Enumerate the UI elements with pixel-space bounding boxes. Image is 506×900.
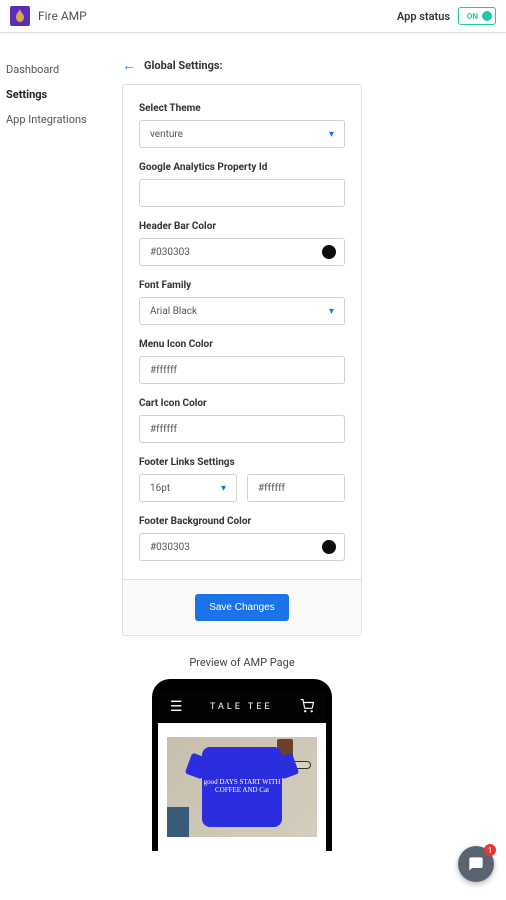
header-color-swatch — [322, 245, 336, 259]
status-toggle-text: ON — [467, 12, 478, 21]
theme-label: Select Theme — [139, 103, 345, 114]
font-family-select[interactable]: Arial Black ▾ — [139, 297, 345, 325]
footer-links-size-value: 16pt — [150, 483, 170, 494]
sidebar-item-dashboard[interactable]: Dashboard — [6, 57, 112, 82]
app-name: Fire AMP — [38, 9, 87, 23]
cart-icon-color-input[interactable] — [139, 415, 345, 443]
cart-icon[interactable] — [300, 699, 314, 716]
product-image: good DAYS START WITH COFFEE AND Cat — [167, 737, 317, 837]
tshirt: good DAYS START WITH COFFEE AND Cat — [202, 747, 282, 827]
brand: Fire AMP — [10, 6, 87, 26]
phone-preview: ☰ TALE TEE good DAYS START WITH COFF — [152, 679, 332, 851]
status-toggle-knob — [482, 11, 492, 21]
save-button[interactable]: Save Changes — [195, 594, 289, 621]
header-color-label: Header Bar Color — [139, 221, 345, 232]
footer-bg-value: #030303 — [150, 542, 190, 553]
chat-fab[interactable]: 1 — [458, 846, 494, 882]
ga-input[interactable] — [139, 179, 345, 207]
footer-links-label: Footer Links Settings — [139, 457, 345, 468]
settings-card: Select Theme venture ▾ Google Analytics … — [122, 84, 362, 636]
theme-value: venture — [150, 129, 183, 140]
footer-links-color-input[interactable] — [247, 474, 345, 502]
header-color-value: #030303 — [150, 247, 190, 258]
footer-bg-input[interactable]: #030303 — [139, 533, 345, 561]
store-name: TALE TEE — [210, 702, 273, 712]
content: ← Global Settings: Select Theme venture … — [112, 57, 506, 851]
font-family-value: Arial Black — [150, 306, 197, 317]
theme-select[interactable]: venture ▾ — [139, 120, 345, 148]
sidebar: Dashboard Settings App Integrations — [0, 57, 112, 851]
chat-badge: 1 — [484, 844, 496, 856]
tshirt-text: good DAYS START WITH COFFEE AND Cat — [202, 779, 282, 794]
phone-header: ☰ TALE TEE — [158, 691, 326, 723]
cart-icon-color-label: Cart Icon Color — [139, 398, 345, 409]
status-label: App status — [397, 10, 450, 23]
footer-links-size-select[interactable]: 16pt ▾ — [139, 474, 237, 502]
header-color-input[interactable]: #030303 — [139, 238, 345, 266]
fire-icon — [10, 6, 30, 26]
menu-icon-color-input[interactable] — [139, 356, 345, 384]
footer-bg-label: Footer Background Color — [139, 516, 345, 527]
ga-label: Google Analytics Property Id — [139, 162, 345, 173]
chevron-down-icon: ▾ — [221, 483, 226, 494]
top-bar: Fire AMP App status ON — [0, 0, 506, 33]
chevron-down-icon: ▾ — [329, 129, 334, 140]
jeans-accessory — [167, 807, 189, 837]
phone-body: good DAYS START WITH COFFEE AND Cat — [158, 723, 326, 851]
menu-icon[interactable]: ☰ — [170, 699, 183, 715]
font-family-label: Font Family — [139, 280, 345, 291]
breadcrumb: ← Global Settings: — [122, 57, 496, 74]
page-title: Global Settings: — [144, 59, 223, 72]
preview-title: Preview of AMP Page — [122, 656, 362, 669]
menu-icon-color-label: Menu Icon Color — [139, 339, 345, 350]
sidebar-item-app-integrations[interactable]: App Integrations — [6, 107, 112, 132]
back-arrow-icon[interactable]: ← — [122, 57, 136, 74]
status-toggle[interactable]: ON — [458, 7, 496, 25]
sidebar-item-settings[interactable]: Settings — [6, 82, 112, 107]
footer-bg-swatch — [322, 540, 336, 554]
chevron-down-icon: ▾ — [329, 306, 334, 317]
app-status: App status ON — [397, 7, 496, 25]
